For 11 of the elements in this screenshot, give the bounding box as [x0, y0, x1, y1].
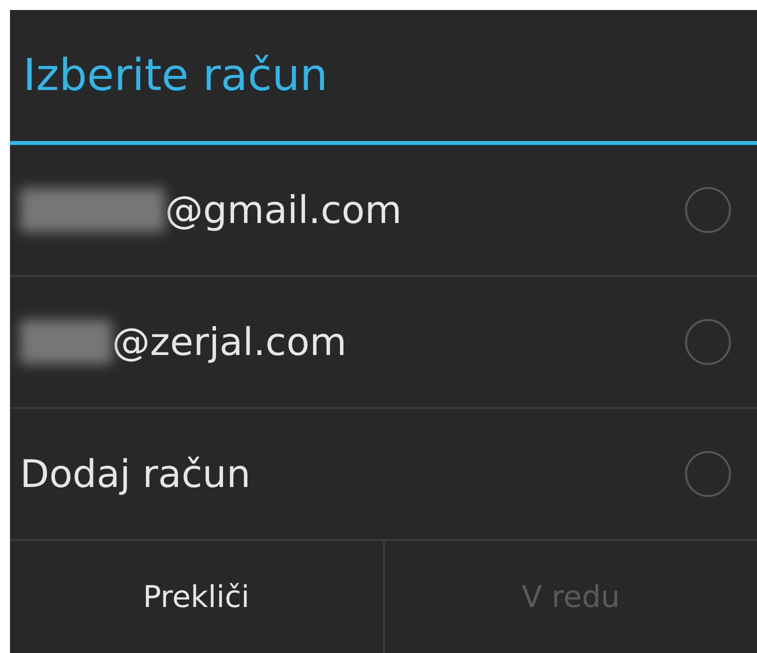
cancel-button[interactable]: Prekliči — [10, 541, 382, 653]
account-label: Dodaj račun — [20, 450, 251, 498]
account-row[interactable]: @zerjal.com — [10, 277, 757, 409]
account-label: @gmail.com — [165, 186, 402, 234]
radio-button[interactable] — [685, 451, 731, 497]
dialog-title: Izberite račun — [23, 48, 328, 102]
account-row[interactable]: @gmail.com — [10, 145, 757, 277]
account-label: @zerjal.com — [112, 318, 347, 366]
account-row[interactable]: Dodaj račun — [10, 409, 757, 541]
radio-button[interactable] — [685, 319, 731, 365]
radio-button[interactable] — [685, 187, 731, 233]
